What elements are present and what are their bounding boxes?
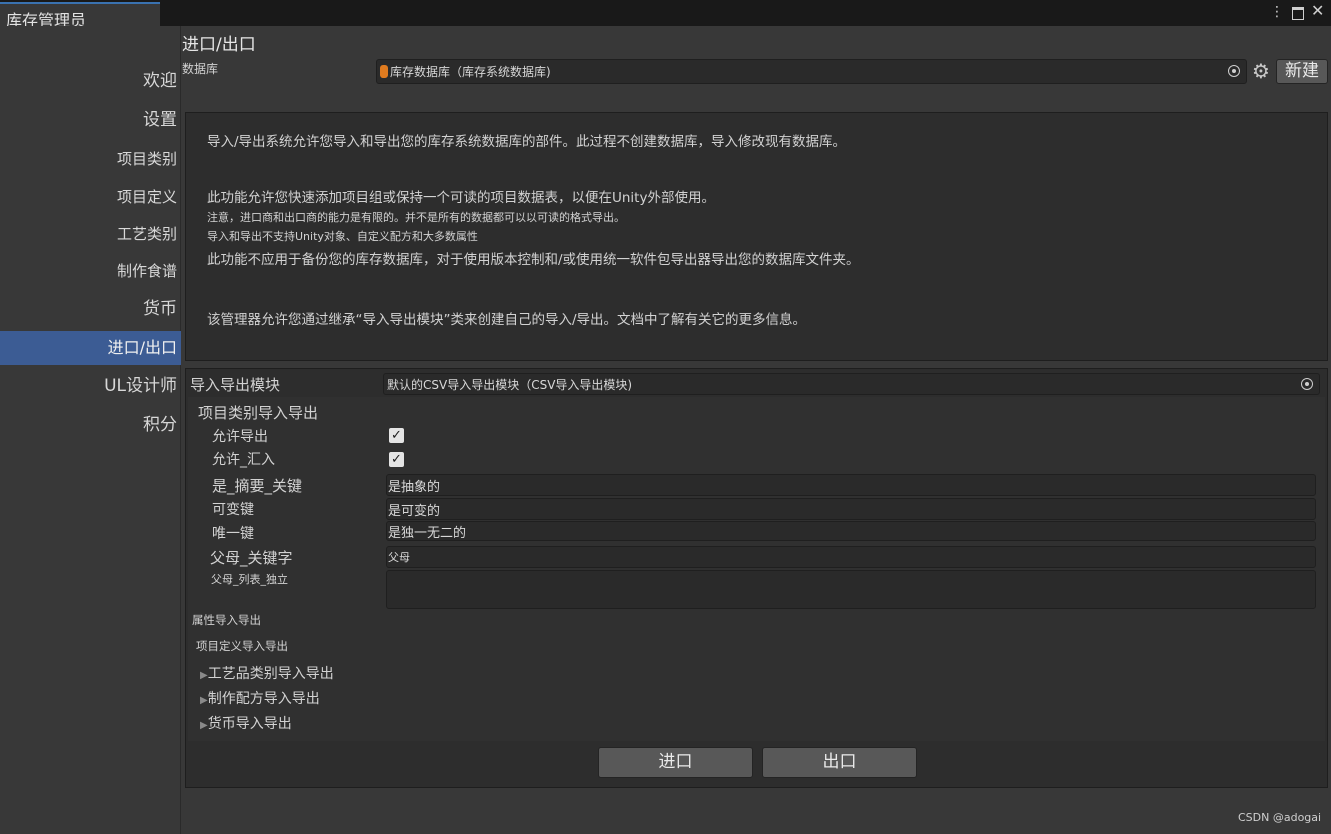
allow-export-label: 允许导出 xyxy=(212,429,268,445)
foldout-arrow-icon: ▶ xyxy=(200,670,208,681)
foldout-label: 制作配方导入导出 xyxy=(207,691,320,707)
sidebar-item-label: 货币 xyxy=(143,299,177,319)
sidebar-item-import-export[interactable]: 进口/出口 xyxy=(0,331,181,365)
foldout-arrow-icon: ▶ xyxy=(200,695,208,706)
is-abstract-key-field[interactable]: 是抽象的 xyxy=(386,474,1316,496)
sidebar-item-currency[interactable]: 货币 xyxy=(0,292,181,326)
sidebar-item-label: 设置 xyxy=(143,110,177,130)
info-line-3: 注意，进口商和出口商的能力是有限的。并不是所有的数据都可以以可读的格式导出。 xyxy=(207,211,625,224)
export-button-label: 出口 xyxy=(822,752,857,772)
sidebar-item-label: UL设计师 xyxy=(104,376,177,396)
database-field[interactable]: 库存数据库（库存系统数据库) xyxy=(376,59,1247,84)
sidebar-item-craft-categories[interactable]: 工艺类别 xyxy=(0,217,181,251)
allow-import-checkbox[interactable]: ✓ xyxy=(389,452,404,467)
database-label: 数据库 xyxy=(182,62,219,76)
field-value: 是抽象的 xyxy=(388,480,441,495)
field-value: 是独一无二的 xyxy=(388,526,467,541)
page-title: 进口/出口 xyxy=(182,35,256,55)
export-button[interactable]: 出口 xyxy=(762,747,917,778)
sidebar-item-label: 项目定义 xyxy=(116,188,177,206)
sidebar-item-label: 制作食谱 xyxy=(116,262,177,280)
foldout-label: 工艺品类别导入导出 xyxy=(207,666,334,682)
info-line-1: 导入/导出系统允许您导入和导出您的库存系统数据库的部件。此过程不创建数据库，导入… xyxy=(207,134,847,150)
sidebar: 欢迎 设置 项目类别 项目定义 工艺类别 制作食谱 货币 进口/出口 UL设计师… xyxy=(0,26,181,834)
sidebar-item-settings[interactable]: 设置 xyxy=(0,103,181,137)
item-definition-section-title[interactable]: 项目定义导入导出 xyxy=(196,638,288,654)
info-line-5: 此功能不应用于备份您的库存数据库，对于使用版本控制和/或使用统一软件包导出器导出… xyxy=(207,252,860,268)
parents-list-separator-field[interactable] xyxy=(386,570,1316,609)
craft-category-foldout[interactable]: ▶工艺品类别导入导出 xyxy=(200,663,334,683)
import-button[interactable]: 进口 xyxy=(598,747,753,778)
field-label: 父母_列表_独立 xyxy=(211,573,288,586)
import-button-label: 进口 xyxy=(658,752,693,772)
kebab-menu-icon[interactable]: ⋮ xyxy=(1270,4,1284,20)
new-database-button[interactable]: 新建 xyxy=(1276,59,1328,84)
sidebar-item-label: 工艺类别 xyxy=(116,225,177,243)
mutable-key-field[interactable]: 是可变的 xyxy=(386,498,1316,520)
new-button-label: 新建 xyxy=(1285,61,1319,81)
sidebar-item-recipes[interactable]: 制作食谱 xyxy=(0,254,181,288)
sidebar-item-label: 欢迎 xyxy=(143,71,177,91)
database-value: 库存数据库（库存系统数据库) xyxy=(390,65,551,79)
sidebar-item-label: 积分 xyxy=(143,415,177,435)
allow-import-label: 允许_汇入 xyxy=(212,452,275,468)
info-line-2: 此功能允许您快速添加项目组或保持一个可读的项目数据表，以便在Unity外部使用。 xyxy=(207,190,715,206)
unique-key-field[interactable]: 是独一无二的 xyxy=(386,521,1316,541)
sidebar-item-ui-designer[interactable]: UL设计师 xyxy=(0,369,181,403)
info-line-4: 导入和导出不支持Unity对象、自定义配方和大多数属性 xyxy=(207,230,478,243)
main-panel: 进口/出口 数据库 库存数据库（库存系统数据库) ⚙ 新建 导入/导出系统允许您… xyxy=(182,26,1331,834)
attribute-section-title[interactable]: 属性导入导出 xyxy=(192,612,261,628)
object-picker-icon[interactable] xyxy=(1228,65,1240,77)
close-icon[interactable]: ✕ xyxy=(1311,3,1324,19)
module-label: 导入导出模块 xyxy=(190,376,281,394)
currency-foldout[interactable]: ▶货币导入导出 xyxy=(200,713,292,733)
field-label: 是_摘要_关键 xyxy=(212,477,303,495)
info-line-6: 该管理器允许您通过继承“导入导出模块”类来创建自己的导入/导出。文档中了解有关它… xyxy=(207,312,807,328)
maximize-icon[interactable] xyxy=(1292,7,1304,20)
field-label: 唯一键 xyxy=(212,526,254,542)
gear-icon[interactable]: ⚙ xyxy=(1252,61,1270,81)
sidebar-item-label: 项目类别 xyxy=(116,150,177,168)
field-value: 是可变的 xyxy=(388,504,441,519)
field-label: 可变键 xyxy=(212,502,254,518)
sidebar-item-item-categories[interactable]: 项目类别 xyxy=(0,142,181,176)
category-section-title: 项目类别导入导出 xyxy=(198,404,319,422)
module-panel: 导入导出模块 默认的CSV导入导出模块（CSV导入导出模块) 项目类别导入导出 … xyxy=(185,368,1328,788)
database-icon xyxy=(380,65,388,78)
foldout-arrow-icon: ▶ xyxy=(200,720,208,731)
module-field[interactable]: 默认的CSV导入导出模块（CSV导入导出模块) xyxy=(383,373,1320,395)
sidebar-item-credits[interactable]: 积分 xyxy=(0,408,181,442)
window-tab[interactable]: 库存管理员 xyxy=(0,2,160,30)
recipe-foldout[interactable]: ▶制作配方导入导出 xyxy=(200,688,320,708)
sidebar-item-label: 进口/出口 xyxy=(107,338,177,357)
object-picker-icon[interactable] xyxy=(1301,378,1313,390)
title-bar xyxy=(0,0,1331,26)
module-value: 默认的CSV导入导出模块（CSV导入导出模块) xyxy=(387,378,633,392)
info-panel: 导入/导出系统允许您导入和导出您的库存系统数据库的部件。此过程不创建数据库，导入… xyxy=(185,112,1328,361)
field-value: 父母 xyxy=(388,551,410,564)
watermark: CSDN @adogai xyxy=(1238,811,1322,824)
field-label: 父母_关键字 xyxy=(210,549,293,567)
foldout-label: 货币导入导出 xyxy=(207,716,292,732)
sidebar-item-item-definitions[interactable]: 项目定义 xyxy=(0,180,181,214)
allow-export-checkbox[interactable]: ✓ xyxy=(389,428,404,443)
sidebar-item-welcome[interactable]: 欢迎 xyxy=(0,64,181,98)
parents-key-field[interactable]: 父母 xyxy=(386,546,1316,568)
module-settings-area: 项目类别导入导出 允许导出 ✓ 允许_汇入 ✓ 是_摘要_关键 是抽象的 可变键… xyxy=(188,397,1325,741)
